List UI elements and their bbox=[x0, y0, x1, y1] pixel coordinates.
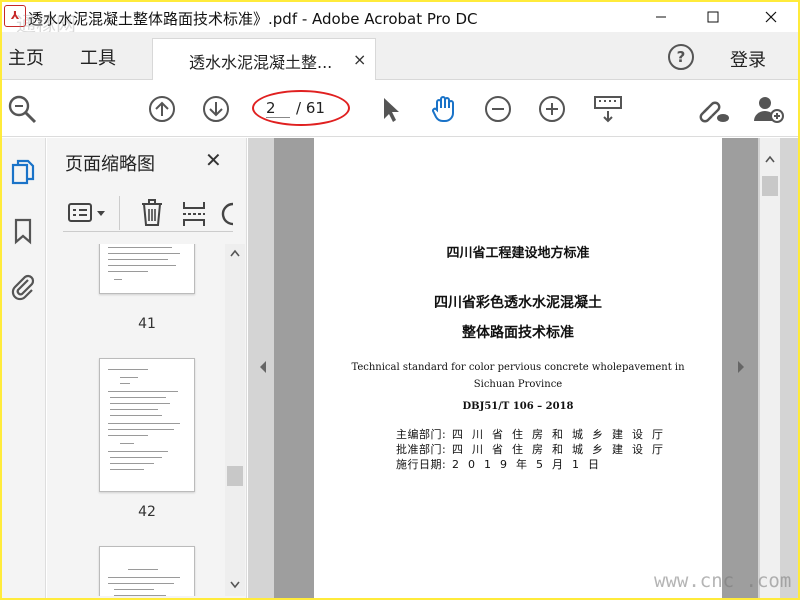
help-icon[interactable]: ? bbox=[668, 44, 694, 70]
zoom-search-icon[interactable] bbox=[6, 93, 38, 125]
doc-english-title: Technical standard for color pervious co… bbox=[351, 362, 685, 373]
page-number-field[interactable]: 2 / 61 bbox=[252, 90, 350, 126]
collapse-right-icon[interactable] bbox=[736, 360, 746, 374]
panel-title: 页面缩略图 bbox=[65, 154, 155, 175]
thumbnails-panel: 页面缩略图 ✕ 41 42 bbox=[47, 138, 247, 598]
tools-menu[interactable]: 工具 bbox=[80, 44, 116, 70]
title-bar: ⅄ 透水水泥混凝土整体路面技术标准》.pdf - Adobe Acrobat P… bbox=[2, 2, 798, 36]
document-scrollbar[interactable] bbox=[760, 138, 780, 598]
thumbnail-page[interactable] bbox=[99, 244, 195, 294]
document-viewer[interactable]: 四川省工程建设地方标准 四川省彩色透水水泥混凝土 整体路面技术标准 Techni… bbox=[248, 138, 798, 598]
page-thumbnails-icon[interactable] bbox=[8, 158, 38, 188]
acrobat-icon: ⅄ bbox=[4, 5, 26, 27]
document-tab-label: 透水水泥混凝土整... bbox=[189, 53, 333, 72]
main-toolbar: 2 / 61 bbox=[2, 81, 798, 137]
delete-page-icon[interactable] bbox=[139, 198, 165, 228]
panel-close-button[interactable]: ✕ bbox=[205, 148, 222, 172]
doc-title-line1: 四川省彩色透水水泥混凝土 bbox=[434, 295, 602, 311]
link-cloud-icon[interactable] bbox=[698, 93, 730, 125]
doc-standard-category: 四川省工程建设地方标准 bbox=[446, 246, 590, 261]
doc-meta-label: 主编部门: bbox=[396, 428, 447, 441]
thumbnail-page[interactable] bbox=[99, 358, 195, 492]
doc-meta-row: 批准部门: 四川省住房和城乡建设厅 bbox=[396, 441, 672, 457]
thumbnail-scrollbar[interactable] bbox=[225, 244, 245, 596]
pdf-page: 四川省工程建设地方标准 四川省彩色透水水泥混凝土 整体路面技术标准 Techni… bbox=[314, 138, 722, 598]
toolbar-divider bbox=[119, 196, 120, 230]
red-highlight-ellipse bbox=[252, 90, 350, 126]
thumbnail-page-number: 42 bbox=[138, 504, 156, 520]
doc-title-line2: 整体路面技术标准 bbox=[462, 325, 574, 341]
acrobat-window: ⅄ 透水水泥混凝土整体路面技术标准》.pdf - Adobe Acrobat P… bbox=[2, 2, 798, 598]
doc-meta-row: 主编部门: 四川省住房和城乡建设厅 bbox=[396, 426, 672, 442]
attachment-icon[interactable] bbox=[8, 272, 38, 302]
thumbnail-scrollbar-thumb[interactable] bbox=[227, 466, 243, 486]
document-scrollbar-thumb[interactable] bbox=[762, 176, 778, 196]
zoom-out-icon[interactable] bbox=[482, 93, 514, 125]
navigation-rail bbox=[2, 138, 46, 598]
doc-meta-value: 2019年5月1日 bbox=[452, 458, 608, 471]
thumbnail-options-icon[interactable] bbox=[67, 200, 111, 226]
close-icon bbox=[765, 11, 777, 23]
doc-english-title-2: Sichuan Province bbox=[473, 379, 563, 390]
doc-meta-label: 批准部门: bbox=[396, 443, 447, 456]
doc-meta-label: 施行日期: bbox=[396, 458, 447, 471]
keyboard-icon[interactable] bbox=[592, 93, 624, 125]
doc-meta-row: 施行日期: 2019年5月1日 bbox=[396, 456, 608, 472]
thumbnail-page[interactable] bbox=[99, 546, 195, 596]
maximize-button[interactable] bbox=[690, 2, 736, 32]
thumbnail-page-number: 41 bbox=[138, 316, 156, 332]
collapse-left-icon[interactable] bbox=[258, 360, 268, 374]
zoom-in-icon[interactable] bbox=[536, 93, 568, 125]
previous-page-edge bbox=[274, 138, 314, 598]
window-title: 透水水泥混凝土整体路面技术标准》.pdf - Adobe Acrobat Pro… bbox=[28, 10, 478, 28]
next-page-icon[interactable] bbox=[200, 93, 232, 125]
minimize-icon bbox=[656, 16, 666, 18]
maximize-icon bbox=[707, 11, 719, 23]
split-page-icon[interactable] bbox=[181, 200, 207, 228]
menu-bar: 主页 工具 透水水泥混凝土整... × ? 登录 bbox=[2, 32, 798, 80]
prev-page-icon[interactable] bbox=[146, 93, 178, 125]
document-tab[interactable]: 透水水泥混凝土整... × bbox=[152, 38, 376, 80]
bookmark-icon[interactable] bbox=[8, 216, 38, 246]
watermark-bottom-right: www.cnc .com bbox=[654, 570, 792, 592]
close-window-button[interactable] bbox=[748, 2, 794, 32]
doc-meta-value: 四川省住房和城乡建设厅 bbox=[452, 443, 672, 456]
doc-meta-value: 四川省住房和城乡建设厅 bbox=[452, 428, 672, 441]
select-arrow-icon[interactable] bbox=[374, 93, 406, 125]
add-user-icon[interactable] bbox=[752, 93, 784, 125]
hand-tool-icon[interactable] bbox=[428, 93, 460, 125]
doc-standard-code: DBJ51/T 106 – 2018 bbox=[462, 401, 574, 412]
scroll-up-icon[interactable] bbox=[229, 248, 241, 258]
tab-close-button[interactable]: × bbox=[353, 50, 366, 69]
scroll-up-icon[interactable] bbox=[764, 154, 776, 164]
minimize-button[interactable] bbox=[638, 2, 684, 32]
scroll-down-icon[interactable] bbox=[229, 580, 241, 590]
home-menu[interactable]: 主页 bbox=[8, 44, 44, 70]
rotate-page-icon[interactable] bbox=[219, 200, 233, 228]
login-button[interactable]: 登录 bbox=[730, 46, 766, 72]
thumbnail-list: 41 42 bbox=[47, 244, 223, 596]
thumbnail-toolbar bbox=[63, 196, 233, 232]
